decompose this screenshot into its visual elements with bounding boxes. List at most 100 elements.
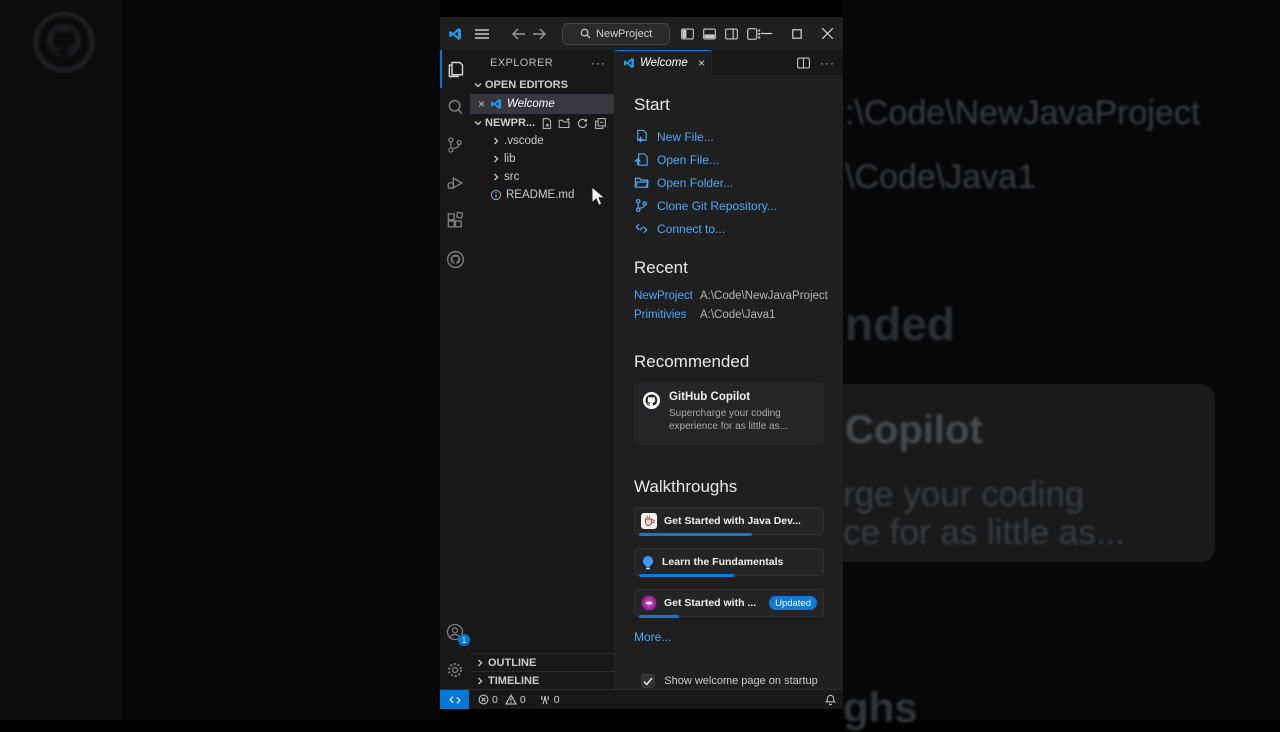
run-debug-icon (447, 176, 463, 190)
outline-section-header[interactable]: OUTLINE (470, 653, 614, 671)
command-center-search[interactable]: NewProject (562, 22, 671, 45)
start-open-file[interactable]: Open File... (634, 148, 825, 171)
start-item-label: Connect to... (657, 221, 726, 236)
start-clone-repo[interactable]: Clone Git Repository... (634, 194, 825, 217)
open-editors-section-header[interactable]: OPEN EDITORS (470, 76, 614, 94)
radio-tower-icon (540, 695, 549, 705)
ports-count: 0 (553, 693, 560, 706)
toggle-secondary-sidebar-icon[interactable] (725, 28, 738, 40)
activitybar-search[interactable] (440, 88, 470, 126)
copilot-extension-card[interactable]: GitHub Copilot Supercharge your coding e… (634, 382, 824, 445)
purple-extension-icon (641, 595, 657, 611)
git-branch-icon (635, 198, 648, 213)
folder-section-header[interactable]: NEWPR... (470, 114, 614, 132)
new-file-icon[interactable] (540, 117, 553, 130)
activitybar-accounts[interactable]: 1 (440, 613, 470, 651)
activitybar-run-debug[interactable] (440, 164, 470, 202)
walkthrough-java-dev[interactable]: Get Started with Java Dev... (634, 507, 824, 536)
bg-fragment-recommended: nded (845, 298, 955, 350)
activitybar-explorer[interactable] (440, 50, 470, 88)
nav-forward-button[interactable] (529, 23, 548, 45)
activitybar-extensions[interactable] (440, 202, 470, 240)
start-open-folder[interactable]: Open Folder... (634, 171, 825, 194)
tab-welcome[interactable]: Welcome × (615, 50, 712, 75)
tree-item-label: README.md (506, 189, 575, 201)
sidebar-more-actions[interactable]: ··· (591, 56, 606, 70)
editor-group: Welcome × ··· Start New File... Open Fil… (614, 50, 843, 689)
open-editors-label: OPEN EDITORS (485, 79, 568, 91)
chevron-right-icon (478, 659, 483, 666)
folder-name-label: NEWPR... (485, 117, 536, 129)
walkthroughs-more-link[interactable]: More... (634, 630, 825, 644)
vscode-window: NewProject 1 EXPLORER ··· OPEN EDITORS ×… (440, 17, 843, 709)
tab-label: Welcome (640, 57, 688, 69)
activity-bar: 1 (440, 50, 470, 689)
recent-item-primitivies[interactable]: Primitivies A:\Code\Java1 (634, 305, 825, 324)
timeline-section-header[interactable]: TIMELINE (470, 671, 614, 689)
toggle-sidebar-icon[interactable] (681, 28, 694, 40)
mouse-cursor (591, 186, 606, 206)
walkthrough-label: Get Started with ... (664, 597, 757, 609)
walkthrough-progress-bar (639, 615, 680, 618)
java-icon (641, 513, 657, 529)
vscode-file-icon (491, 99, 502, 109)
recent-item-newproject[interactable]: NewProject A:\Code\NewJavaProject (634, 286, 828, 305)
menu-hamburger-icon[interactable] (472, 23, 491, 45)
lightbulb-icon (642, 555, 654, 569)
close-editor-icon[interactable]: × (478, 97, 485, 111)
bg-fragment-path2: \Code\Java1 (845, 158, 1036, 196)
remote-indicator[interactable] (440, 690, 469, 709)
recent-link[interactable]: Primitivies (634, 309, 700, 321)
bg-fragment-path1: :\Code\NewJavaProject (845, 94, 1201, 132)
editor-more-actions[interactable]: ··· (820, 56, 835, 70)
github-icon (446, 250, 464, 268)
outline-label: OUTLINE (488, 656, 537, 669)
search-icon (580, 28, 591, 39)
new-folder-icon[interactable] (558, 117, 571, 130)
remote-icon (448, 695, 461, 704)
activitybar-github[interactable] (440, 240, 470, 278)
bg-fragment-walkthroughs: ghs (843, 684, 918, 731)
vscode-file-icon (624, 58, 634, 68)
chevron-right-icon (494, 173, 499, 181)
collapse-all-icon[interactable] (594, 117, 607, 130)
toggle-panel-icon[interactable] (703, 28, 716, 40)
tree-item-vscode[interactable]: .vscode (470, 132, 614, 150)
minimize-button[interactable] (761, 28, 773, 39)
notifications-bell[interactable] (825, 694, 843, 706)
activitybar-settings[interactable] (440, 651, 470, 689)
refresh-icon[interactable] (576, 117, 589, 130)
recommended-heading: Recommended (634, 352, 750, 371)
startup-checkbox-row[interactable]: Show welcome page on startup (634, 674, 825, 688)
background-right-blur: :\Code\NewJavaProject \Code\Java1 nded C… (843, 0, 1280, 731)
show-welcome-checkbox[interactable] (641, 674, 656, 688)
account-count-badge: 1 (458, 634, 470, 646)
nav-back-button[interactable] (509, 23, 528, 45)
problems-indicator[interactable]: 0 0 (478, 694, 526, 706)
welcome-page: Start New File... Open File... Open Fold… (615, 75, 843, 689)
tree-item-lib[interactable]: lib (470, 150, 614, 168)
walkthrough-fundamentals[interactable]: Learn the Fundamentals (634, 548, 824, 577)
tree-item-src[interactable]: src (470, 168, 614, 186)
start-new-file[interactable]: New File... (634, 125, 825, 148)
split-editor-icon[interactable] (797, 57, 810, 69)
copilot-card-desc-line1: Supercharge your coding (669, 408, 781, 419)
maximize-button[interactable] (792, 28, 802, 39)
open-editor-label: Welcome (507, 98, 555, 110)
copilot-card-title: GitHub Copilot (669, 391, 751, 403)
ports-indicator[interactable]: 0 (539, 694, 560, 706)
start-connect-to[interactable]: Connect to... (634, 217, 825, 240)
info-file-icon (490, 189, 502, 201)
recent-link[interactable]: NewProject (634, 290, 700, 302)
open-editor-welcome-row[interactable]: × Welcome (470, 94, 614, 114)
chevron-right-icon (494, 137, 499, 145)
activitybar-source-control[interactable] (440, 126, 470, 164)
start-item-label: New File... (657, 129, 714, 144)
close-tab-icon[interactable]: × (698, 56, 705, 70)
tab-bar: Welcome × ··· (615, 50, 843, 75)
customize-layout-icon[interactable] (747, 27, 761, 40)
walkthrough-label: Get Started with Java Dev... (664, 515, 801, 527)
github-copilot-icon (642, 391, 661, 410)
walkthrough-get-started[interactable]: Get Started with ... Updated (634, 589, 824, 618)
close-window-button[interactable] (822, 28, 834, 39)
